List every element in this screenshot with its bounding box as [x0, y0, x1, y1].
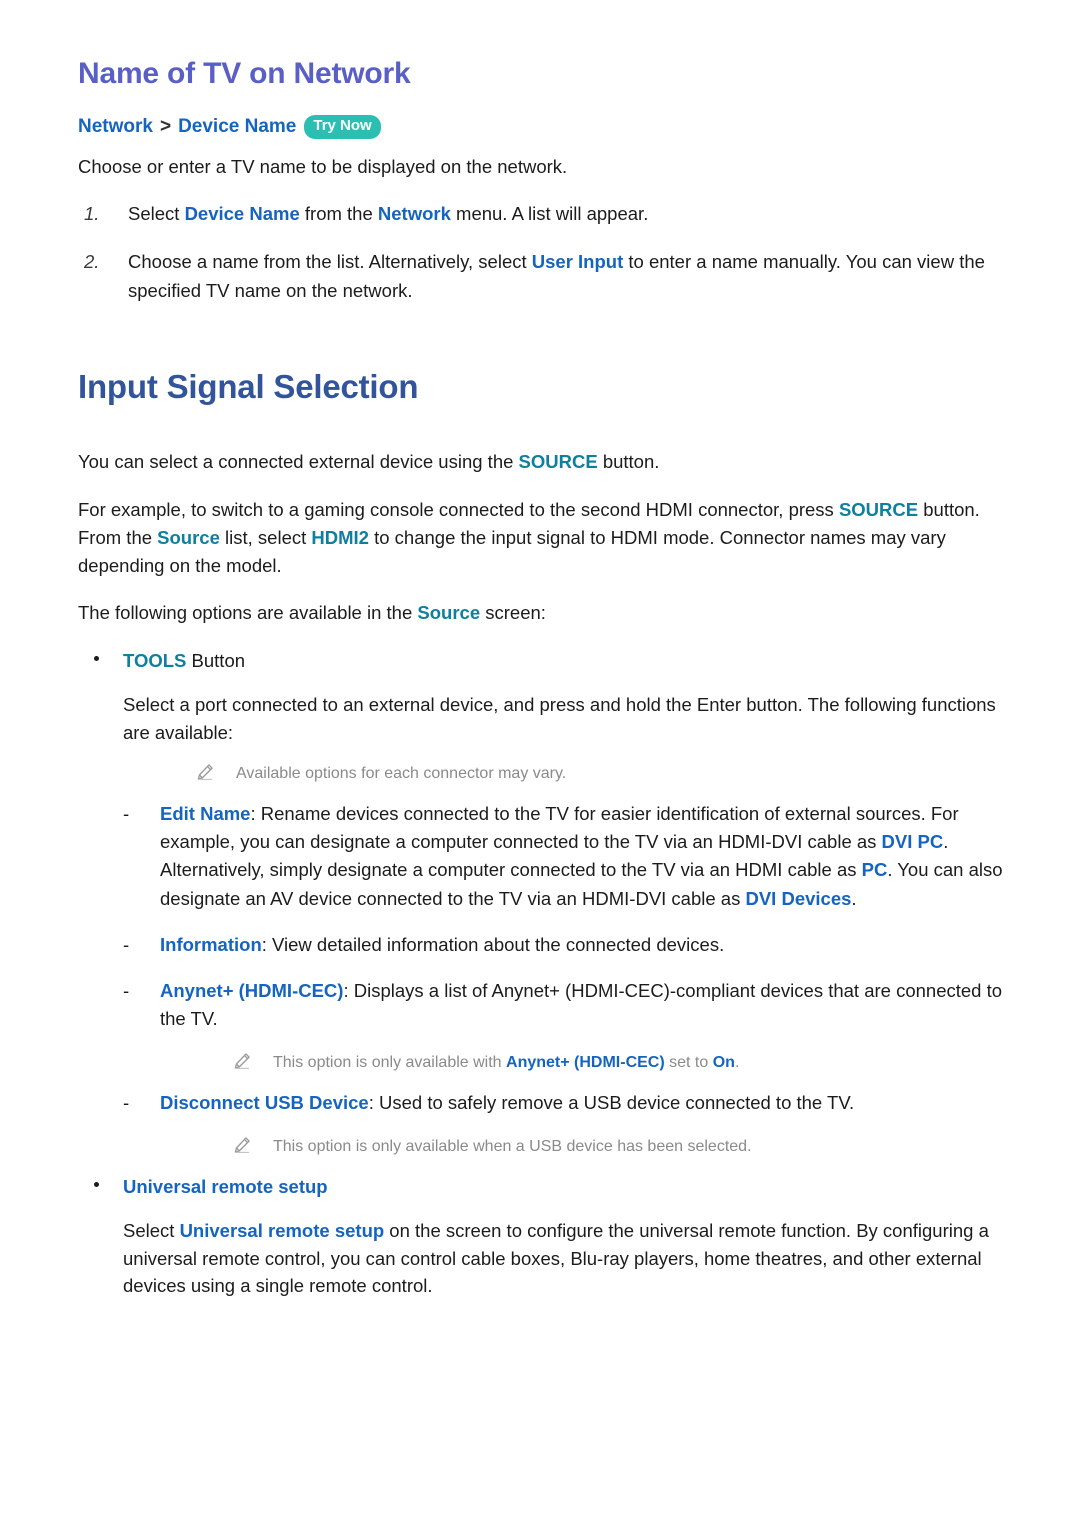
keyword-edit-name: Edit Name [160, 803, 251, 825]
paragraph-options-available: The following options are available in t… [78, 599, 1020, 627]
text-fragment: button. [597, 451, 660, 473]
text-fragment: list, select [219, 526, 312, 548]
pencil-icon [234, 1053, 250, 1069]
pencil-icon [197, 764, 213, 781]
document-page: Name of TV on Network Network > Device N… [0, 0, 1080, 1527]
breadcrumb-item-device-name: Device Name [178, 116, 297, 137]
try-now-badge[interactable]: Try Now [304, 115, 381, 140]
text-fragment: The following options are available in t… [78, 602, 418, 624]
keyword-source: SOURCE [518, 451, 598, 473]
text-fragment: Select [123, 1219, 180, 1241]
text-fragment: You can select a connected external devi… [78, 451, 519, 473]
keyword-information: Information [160, 933, 262, 955]
note-anynet-on: This option is only available with Anyne… [225, 1051, 1020, 1075]
step-number: 2. [84, 251, 100, 273]
paragraph-source-button: You can select a connected external devi… [78, 448, 1020, 476]
dash-item-anynet: - Anynet+ (HDMI-CEC): Displays a list of … [115, 977, 1020, 1033]
dash-marker-icon: - [123, 803, 130, 825]
tools-description: Select a port connected to an external d… [123, 693, 996, 743]
dash-marker-icon: - [123, 979, 130, 1001]
keyword-network: Network [377, 203, 451, 225]
bullet-dot-icon [94, 1182, 99, 1188]
keyword-anynet-hdmi-cec: Anynet+ (HDMI-CEC) [160, 979, 344, 1001]
keyword-anynet-hdmi-cec: Anynet+ (HDMI-CEC) [506, 1054, 665, 1072]
keyword-device-name: Device Name [184, 203, 300, 225]
bullet-label-suffix: Button [186, 650, 246, 672]
keyword-source: SOURCE [838, 499, 919, 521]
text-fragment: : Used to safely remove a USB device con… [368, 1092, 855, 1114]
dash-item-disconnect-usb: - Disconnect USB Device: Used to safely r… [115, 1089, 1020, 1117]
keyword-source-screen: Source [417, 602, 481, 624]
options-bullet-list: TOOLS Button [78, 647, 1020, 675]
text-fragment: . [851, 887, 857, 909]
dash-item-edit-name: - Edit Name: Rename devices connected to … [115, 800, 1020, 912]
dash-marker-icon: - [123, 1092, 130, 1114]
text-fragment: : Rename devices connected to the TV for… [160, 803, 959, 853]
breadcrumb-item-network: Network [78, 116, 153, 137]
dash-marker-icon: - [123, 933, 130, 955]
step-text-part1: Choose a name from the list. Alternative… [128, 251, 532, 273]
keyword-source-list: Source [157, 526, 220, 548]
keyword-dvi-devices: DVI Devices [745, 887, 852, 909]
keyword-universal-remote-setup: Universal remote setup [179, 1219, 385, 1241]
intro-paragraph: Choose or enter a TV name to be displaye… [78, 155, 568, 177]
universal-remote-description: Select Universal remote setup on the scr… [123, 1217, 1020, 1300]
keyword-user-input: User Input [531, 251, 624, 273]
step-text-part1: Select [128, 203, 185, 225]
bullet-item-universal-remote-setup: Universal remote setup [78, 1173, 1020, 1201]
step-item-2: 2. Choose a name from the list. Alternati… [78, 248, 1020, 304]
note-available-options: Available options for each connector may… [188, 762, 1020, 786]
keyword-pc: PC [861, 859, 888, 881]
keyword-dvi-pc: DVI PC [881, 831, 944, 853]
bullet-dot-icon [94, 656, 99, 662]
page-title-name-of-tv: Name of TV on Network [78, 57, 411, 90]
dash-item-information: - Information: View detailed information … [115, 931, 1020, 959]
keyword-on: On [712, 1054, 735, 1072]
text-fragment: . [734, 1054, 740, 1072]
note-usb-selected: This option is only available when a USB… [225, 1135, 1020, 1159]
tools-function-list: - Edit Name: Rename devices connected to … [78, 800, 1020, 1033]
pencil-icon [234, 1137, 250, 1154]
bullet-label-universal-remote-setup: Universal remote setup [123, 1176, 328, 1198]
step-text-part3: menu. A list will appear. [450, 203, 649, 225]
note-text: This option is only available when a USB… [273, 1138, 752, 1156]
step-number: 1. [84, 203, 100, 225]
bullet-item-tools-button: TOOLS Button [78, 647, 1020, 675]
step-item-1: 1. Select Device Name from the Network me… [78, 200, 1020, 228]
text-fragment: : View detailed information about the co… [261, 933, 725, 955]
text-fragment: set to [664, 1054, 713, 1072]
step-text-part2: from the [299, 203, 378, 225]
tools-function-list-continued: - Disconnect USB Device: Used to safely r… [78, 1089, 1020, 1117]
steps-list: 1. Select Device Name from the Network me… [78, 200, 1020, 304]
breadcrumb: Network > Device Name Try Now [78, 114, 1020, 141]
keyword-tools: TOOLS [123, 650, 187, 672]
breadcrumb-separator-icon: > [159, 116, 172, 137]
page-title-input-signal-selection: Input Signal Selection [78, 367, 419, 405]
paragraph-example: For example, to switch to a gaming conso… [78, 496, 1020, 579]
keyword-hdmi2: HDMI2 [311, 526, 369, 548]
note-text: Available options for each connector may… [236, 765, 567, 783]
text-fragment: This option is only available with [273, 1054, 507, 1072]
text-fragment: For example, to switch to a gaming conso… [78, 499, 839, 521]
text-fragment: screen: [480, 602, 546, 624]
universal-remote-bullet-list: Universal remote setup [78, 1173, 1020, 1201]
keyword-disconnect-usb-device: Disconnect USB Device [160, 1092, 369, 1114]
